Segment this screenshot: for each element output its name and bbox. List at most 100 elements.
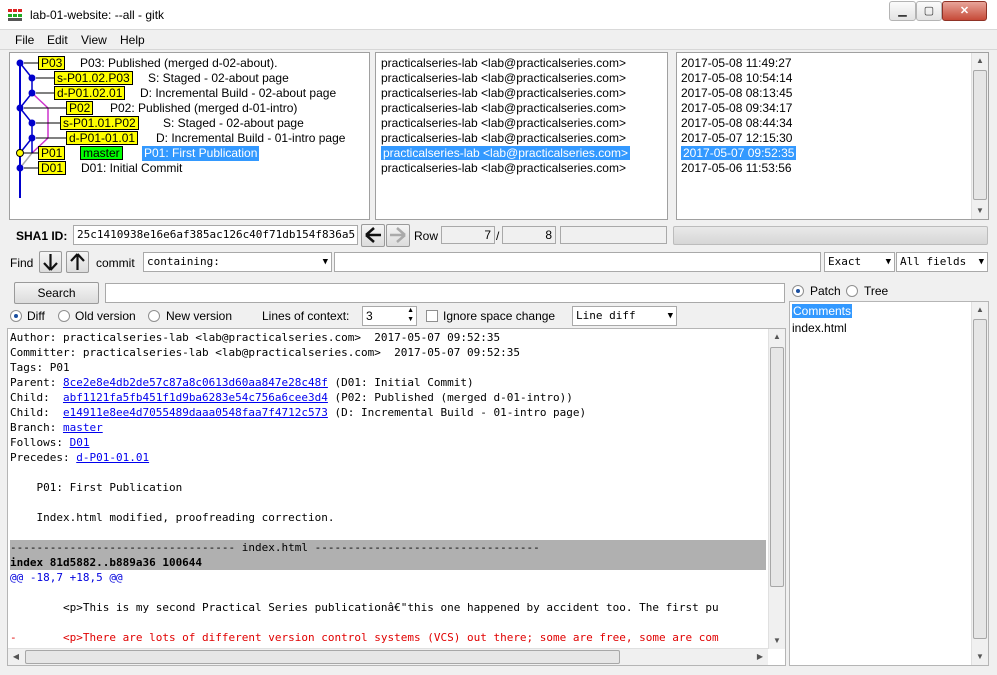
- spin-arrows-icon[interactable]: ▲ ▼: [407, 307, 414, 324]
- diff-radio[interactable]: [10, 310, 22, 322]
- sha1-label: SHA1 ID:: [16, 229, 68, 243]
- menu-view[interactable]: View: [81, 33, 107, 47]
- diff-text[interactable]: Author: practicalseries-lab <lab@practic…: [10, 330, 767, 645]
- chevron-down-icon: ▼: [978, 257, 984, 267]
- commit-author[interactable]: practicalseries-lab <lab@practicalseries…: [381, 86, 630, 101]
- commit-date-selected[interactable]: 2017-05-07 09:52:35: [681, 146, 797, 160]
- scroll-thumb[interactable]: [25, 650, 620, 664]
- find-input[interactable]: [334, 252, 821, 272]
- commit-author[interactable]: practicalseries-lab <lab@practicalseries…: [381, 56, 630, 71]
- patch-radio[interactable]: [792, 285, 804, 297]
- commit-subject[interactable]: P03: Published (merged d-02-about).: [80, 56, 277, 71]
- fields-select[interactable]: All fields ▼: [896, 252, 988, 272]
- commit-date[interactable]: 2017-05-08 10:54:14: [681, 71, 796, 86]
- branch-link[interactable]: master: [63, 421, 103, 434]
- match-select[interactable]: Exact ▼: [824, 252, 895, 272]
- parent-sha-link[interactable]: 8ce2e8e4db2de57c87a8c0613d60aa847e28c48f: [63, 376, 328, 389]
- commit-date[interactable]: 2017-05-08 11:49:27: [681, 56, 796, 71]
- commit-author[interactable]: practicalseries-lab <lab@practicalseries…: [381, 71, 630, 86]
- old-version-radio[interactable]: [58, 310, 70, 322]
- file-list-pane[interactable]: Comments index.html ▲ ▼: [789, 301, 989, 666]
- child-sha-link[interactable]: abf1121fa5fb451f1d9ba6283e54c756a6cee3d4: [63, 391, 328, 404]
- scroll-thumb[interactable]: [973, 319, 987, 639]
- commit-author[interactable]: practicalseries-lab <lab@practicalseries…: [381, 101, 630, 116]
- scroll-thumb[interactable]: [770, 347, 784, 587]
- close-button[interactable]: ✕: [942, 1, 987, 21]
- commit-subject[interactable]: D01: Initial Commit: [81, 161, 182, 176]
- ref-tag-master[interactable]: master: [80, 146, 123, 160]
- commit-subject[interactable]: D: Incremental Build - 02-about page: [140, 86, 336, 101]
- back-button[interactable]: [361, 224, 385, 247]
- find-down-button[interactable]: [39, 251, 62, 273]
- commit-subject-selected[interactable]: P01: First Publication: [142, 146, 260, 161]
- diff-precedes-line: Precedes: d-P01-01.01: [10, 450, 767, 465]
- commit-subject[interactable]: S: Staged - 02-about page: [148, 71, 289, 86]
- tree-radio[interactable]: [846, 285, 858, 297]
- author-pane[interactable]: practicalseries-lab <lab@practicalseries…: [375, 52, 668, 220]
- commit-message-subject: P01: First Publication: [10, 481, 183, 494]
- commit-subject[interactable]: S: Staged - 02-about page: [163, 116, 304, 131]
- forward-button[interactable]: [386, 224, 410, 247]
- ref-tag-s-p0101p02[interactable]: s-P01.01.P02: [60, 116, 139, 130]
- chevron-down-icon: ▼: [885, 257, 891, 267]
- ignore-space-checkbox[interactable]: [426, 310, 438, 322]
- file-list-scrollbar[interactable]: ▲ ▼: [971, 302, 988, 665]
- lines-of-context-spinbox[interactable]: 3 ▲ ▼: [362, 306, 417, 326]
- scroll-down-arrow-icon[interactable]: ▼: [972, 203, 988, 219]
- file-list-item-comments[interactable]: Comments: [792, 304, 853, 318]
- scroll-thumb[interactable]: [973, 70, 987, 200]
- scroll-right-arrow-icon[interactable]: ▶: [752, 649, 768, 665]
- new-version-radio[interactable]: [148, 310, 160, 322]
- line-diff-select[interactable]: Line diff ▼: [572, 306, 677, 326]
- commit-date[interactable]: 2017-05-08 09:34:17: [681, 101, 796, 116]
- commit-subject[interactable]: P02: Published (merged d-01-intro): [110, 101, 297, 116]
- scroll-up-arrow-icon[interactable]: ▲: [769, 329, 785, 345]
- commit-date[interactable]: 2017-05-07 12:15:30: [681, 131, 796, 146]
- commit-author-selected[interactable]: practicalseries-lab <lab@practicalseries…: [381, 146, 630, 160]
- scroll-down-arrow-icon[interactable]: ▼: [769, 633, 785, 649]
- search-button[interactable]: Search: [14, 282, 99, 304]
- row-current: 7: [441, 226, 495, 244]
- ref-tag-p02[interactable]: P02: [66, 101, 94, 115]
- ref-tag-d-p010201[interactable]: d-P01.02.01: [54, 86, 126, 100]
- diff-hscroll[interactable]: ◀ ▶: [8, 648, 768, 665]
- maximize-button[interactable]: ▢: [916, 1, 942, 21]
- find-mode-select[interactable]: containing: ▼: [143, 252, 332, 272]
- search-input[interactable]: [105, 283, 785, 303]
- ref-tag-d-p010101[interactable]: d-P01-01.01: [66, 131, 139, 145]
- menu-file[interactable]: File: [15, 33, 34, 47]
- menu-help[interactable]: Help: [120, 33, 145, 47]
- match-value: Exact: [828, 255, 862, 268]
- date-pane-scrollbar[interactable]: ▲ ▼: [971, 53, 988, 219]
- minimize-button[interactable]: ▁: [889, 1, 916, 21]
- file-list-item-index-html[interactable]: index.html: [792, 321, 852, 336]
- menu-edit[interactable]: Edit: [47, 33, 68, 47]
- old-version-label: Old version: [75, 309, 136, 323]
- commit-author[interactable]: practicalseries-lab <lab@practicalseries…: [381, 116, 630, 131]
- precedes-label: Precedes:: [10, 451, 77, 464]
- commit-subject[interactable]: D: Incremental Build - 01-intro page: [156, 131, 345, 146]
- date-pane[interactable]: 2017-05-08 11:49:27 2017-05-08 10:54:14 …: [676, 52, 989, 220]
- find-up-button[interactable]: [66, 251, 89, 273]
- child-sha-link[interactable]: e14911e8ee4d7055489daaa0548faa7f4712c573: [63, 406, 328, 419]
- ref-tag-d01[interactable]: D01: [38, 161, 67, 175]
- scroll-down-arrow-icon[interactable]: ▼: [972, 649, 988, 665]
- follows-link[interactable]: D01: [70, 436, 90, 449]
- scroll-up-arrow-icon[interactable]: ▲: [972, 302, 988, 318]
- commit-date[interactable]: 2017-05-06 11:53:56: [681, 161, 796, 176]
- precedes-link[interactable]: d-P01-01.01: [76, 451, 149, 464]
- scroll-up-arrow-icon[interactable]: ▲: [972, 53, 988, 69]
- commit-author[interactable]: practicalseries-lab <lab@practicalseries…: [381, 161, 630, 176]
- commit-graph-pane[interactable]: P03 s-P01.02.P03 d-P01.02.01 P02 s-P01.0…: [9, 52, 370, 220]
- scroll-left-arrow-icon[interactable]: ◀: [8, 649, 24, 665]
- commit-date[interactable]: 2017-05-08 08:13:45: [681, 86, 796, 101]
- ref-tag-p03[interactable]: P03: [38, 56, 66, 70]
- ref-tag-p01[interactable]: P01: [38, 146, 66, 160]
- sha1-field[interactable]: 25c1410938e16e6af385ac126c40f71db154f836…: [73, 225, 358, 245]
- ref-tag-s-p0102p03[interactable]: s-P01.02.P03: [54, 71, 133, 85]
- commit-date[interactable]: 2017-05-08 08:44:34: [681, 116, 796, 131]
- commit-author[interactable]: practicalseries-lab <lab@practicalseries…: [381, 131, 630, 146]
- row-total: 8: [502, 226, 556, 244]
- diff-vscroll[interactable]: ▲ ▼: [768, 329, 785, 649]
